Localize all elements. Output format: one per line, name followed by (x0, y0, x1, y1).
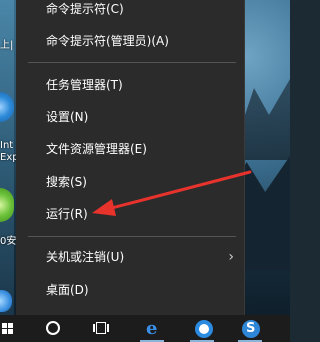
menu-item-file-explorer[interactable]: 文件资源管理器(E) (16, 134, 244, 164)
menu-item-label: 搜索(S) (46, 175, 87, 189)
menu-separator (28, 62, 236, 63)
menu-item-label: 命令提示符(管理员)(A) (46, 34, 169, 48)
menu-item-desktop[interactable]: 桌面(D) (16, 275, 244, 305)
menu-item-task-manager[interactable]: 任务管理器(T) (16, 70, 244, 100)
menu-item-label: 运行(R) (46, 207, 88, 221)
winx-context-menu: 命令提示符(C) 命令提示符(管理员)(A) 任务管理器(T) 设置(N) 文件… (16, 0, 245, 315)
menu-item-command-prompt[interactable]: 命令提示符(C) (16, 0, 244, 24)
menu-item-label: 命令提示符(C) (46, 2, 124, 16)
desktop-icon-label[interactable]: 上| (0, 40, 13, 51)
menu-item-search[interactable]: 搜索(S) (16, 167, 244, 197)
menu-item-label: 设置(N) (46, 110, 89, 124)
menu-item-label: 任务管理器(T) (46, 78, 123, 92)
menu-separator (28, 236, 236, 237)
sogou-icon[interactable] (242, 320, 260, 338)
taskbar: e (0, 315, 290, 342)
qq-browser-icon[interactable] (195, 320, 213, 338)
desktop-icon-label[interactable]: Int (0, 140, 13, 151)
cortana-icon[interactable] (46, 321, 60, 335)
edge-browser-icon[interactable]: e (146, 320, 157, 338)
menu-item-label: 关机或注销(U) (46, 250, 125, 264)
menu-item-label: 桌面(D) (46, 283, 89, 297)
menu-item-shutdown-signout[interactable]: 关机或注销(U) › (16, 242, 244, 272)
chevron-right-icon: › (228, 249, 234, 265)
windows-start-icon[interactable] (2, 323, 14, 335)
menu-item-label: 文件资源管理器(E) (46, 142, 147, 156)
desktop-icon-label[interactable]: 0安 (0, 236, 16, 247)
menu-item-run[interactable]: 运行(R) (16, 199, 244, 229)
menu-item-command-prompt-admin[interactable]: 命令提示符(管理员)(A) (16, 26, 244, 56)
menu-item-settings[interactable]: 设置(N) (16, 102, 244, 132)
task-view-icon[interactable] (93, 322, 109, 334)
